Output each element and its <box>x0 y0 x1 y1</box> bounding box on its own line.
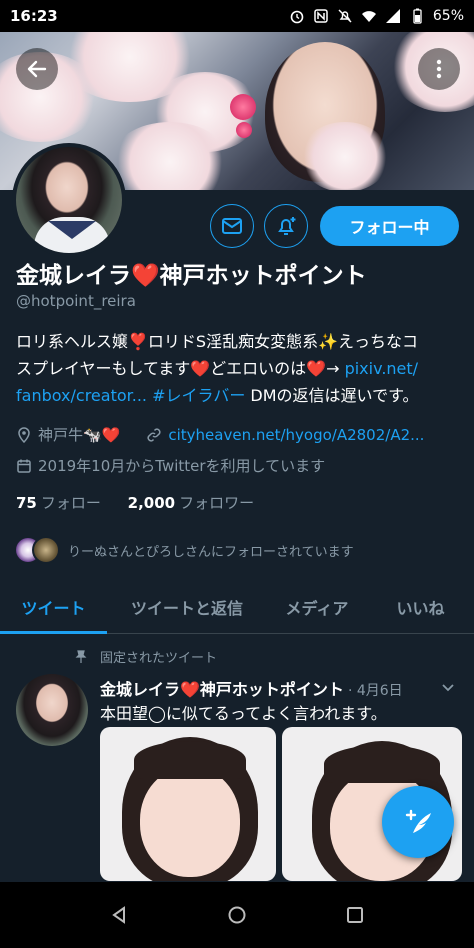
link-icon <box>147 427 161 442</box>
pinned-label: 固定されたツイート <box>100 651 218 666</box>
chevron-down-icon[interactable] <box>440 679 456 695</box>
back-nav-icon[interactable] <box>109 905 129 925</box>
follower-avatar <box>32 536 60 564</box>
message-button[interactable] <box>210 204 254 248</box>
bio-hashtag[interactable]: #レイラバー <box>152 386 245 405</box>
profile-joined-row: 2019年10月からTwitterを利用しています <box>16 455 325 476</box>
profile-avatar[interactable] <box>12 143 126 257</box>
calendar-icon <box>17 459 31 473</box>
bio-line: DMの返信は遅いです。 <box>245 386 419 405</box>
tweet-date: · 4月6日 <box>347 683 403 699</box>
followed-by-text: りーぬさんとぴろしさんにフォローされています <box>68 544 354 560</box>
following-count[interactable]: 75 <box>16 494 37 512</box>
status-time: 16:23 <box>10 7 58 25</box>
profile-website[interactable]: cityheaven.net/hyogo/A2802/A2... <box>168 426 424 444</box>
location-pin-icon <box>18 426 30 443</box>
tweet-author-name: 金城レイラ❤️神戸ホットポイント <box>100 680 344 699</box>
profile-meta: 神戸牛🐄❤️ cityheaven.net/hyogo/A2802/A2... <box>16 424 424 445</box>
signal-icon <box>385 9 400 23</box>
home-nav-icon[interactable] <box>227 905 247 925</box>
profile-joined: 2019年10月からTwitterを利用しています <box>38 457 326 475</box>
more-vertical-icon <box>436 59 442 79</box>
profile-tabs: ツイート ツイートと返信 メディア いいね <box>0 580 474 634</box>
pin-icon <box>75 649 87 663</box>
bell-plus-icon <box>278 217 296 235</box>
profile-location: 神戸牛🐄❤️ <box>38 426 121 444</box>
following-button[interactable]: フォロー中 <box>320 206 459 246</box>
pinned-label-row: 固定されたツイート <box>74 647 217 666</box>
profile-handle: @hotpoint_reira <box>16 292 136 310</box>
active-tab-indicator <box>0 631 107 634</box>
alarm-icon <box>290 10 304 24</box>
tweet-avatar[interactable] <box>16 674 88 746</box>
back-button[interactable] <box>16 48 58 90</box>
tab-tweets-and-replies[interactable]: ツイートと返信 <box>107 580 267 634</box>
bio-line: ロリ系ヘルス嬢❣️ロリドS淫乱痴女変態系✨えっちなコ <box>16 332 419 351</box>
compose-icon <box>405 809 431 833</box>
bio-link[interactable]: fanbox/creator... <box>16 386 147 405</box>
tab-media[interactable]: メディア <box>267 580 367 634</box>
battery-percent: 65% <box>432 8 464 24</box>
recents-nav-icon[interactable] <box>345 905 365 925</box>
mail-icon <box>222 218 242 234</box>
status-bar: 16:23 65% <box>0 0 474 32</box>
wifi-icon <box>361 11 376 22</box>
tweet-text: 本田望◯に似てるってよく言われます。 <box>100 704 387 723</box>
followers-count[interactable]: 2,000 <box>128 494 175 512</box>
battery-icon <box>413 8 422 24</box>
follow-counts: 75 フォロー 2,000 フォロワー <box>16 492 276 513</box>
bio-line: スプレイヤーもしてます❤️どエロいのは❤️→ <box>16 359 345 378</box>
profile-bio: ロリ系ヘルス嬢❣️ロリドS淫乱痴女変態系✨えっちなコ スプレイヤーもしてます❤️… <box>16 328 462 409</box>
nfc-icon <box>314 9 328 23</box>
tab-tweets[interactable]: ツイート <box>0 580 107 634</box>
followers-label[interactable]: フォロワー <box>179 494 254 512</box>
back-arrow-icon <box>27 60 47 78</box>
mute-icon <box>338 9 352 23</box>
following-label[interactable]: フォロー <box>41 494 101 512</box>
bio-link[interactable]: pixiv.net/ <box>345 359 418 378</box>
tab-likes[interactable]: いいね <box>367 580 474 634</box>
android-nav-bar <box>0 882 474 948</box>
notifications-button[interactable] <box>264 204 308 248</box>
tweet-header: 金城レイラ❤️神戸ホットポイント · 4月6日 <box>100 676 403 700</box>
compose-tweet-button[interactable] <box>382 786 454 858</box>
followed-by-row[interactable]: りーぬさんとぴろしさんにフォローされています <box>14 536 354 564</box>
more-options-button[interactable] <box>418 48 460 90</box>
tweet-photo[interactable] <box>100 727 276 881</box>
profile-name: 金城レイラ❤️神戸ホットポイント <box>16 263 367 289</box>
